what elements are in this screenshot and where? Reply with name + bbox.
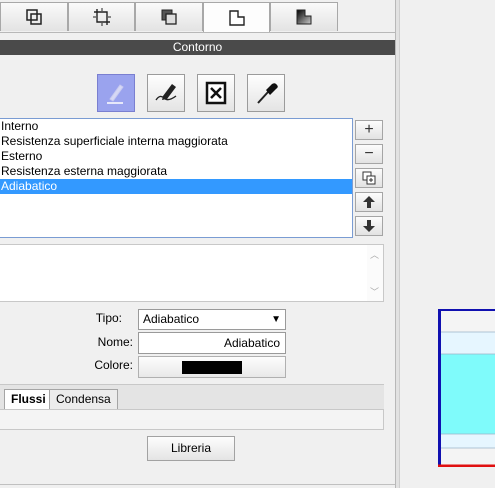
pencil-tool-button[interactable]: [97, 74, 135, 112]
remove-button[interactable]: −: [355, 144, 383, 164]
tipo-select[interactable]: Adiabatico ▼: [138, 309, 286, 330]
gradient-shape-icon: [296, 9, 312, 25]
move-up-button[interactable]: [355, 192, 383, 212]
edit-line-icon: [155, 84, 177, 101]
chevron-down-icon: ▼: [271, 314, 281, 325]
tab-crop-move[interactable]: [68, 2, 135, 31]
colore-label: Colore:: [94, 358, 133, 372]
library-button[interactable]: Libreria: [147, 436, 235, 461]
square-overlap-icon: [26, 9, 42, 25]
tipo-value: Adiabatico: [143, 312, 200, 326]
arrow-up-icon: [363, 196, 375, 208]
pencil-icon: [107, 84, 124, 104]
tab-square-overlap[interactable]: [0, 2, 68, 31]
contour-shape-icon: [228, 10, 245, 26]
description-textarea[interactable]: ︿ ﹀: [0, 244, 384, 302]
boundary-list[interactable]: Interno Resistenza superficiale interna …: [0, 118, 353, 238]
nome-input[interactable]: Adiabatico: [138, 332, 286, 354]
list-item[interactable]: Resistenza superficiale interna maggiora…: [0, 134, 352, 149]
section-drawing[interactable]: [438, 309, 495, 467]
panel-bottom-border: [0, 484, 395, 485]
tab-strip-border: [0, 32, 395, 33]
scroll-down-icon[interactable]: ﹀: [370, 285, 379, 298]
tab-layer-shape[interactable]: [135, 2, 203, 31]
tab-gradient-shape[interactable]: [270, 2, 338, 31]
tab-condensa[interactable]: Condensa: [49, 389, 118, 409]
color-swatch: [182, 360, 242, 374]
section-header: Contorno: [0, 40, 395, 55]
delete-box-icon: [205, 81, 227, 105]
eyedropper-icon: [257, 83, 278, 104]
textarea-scrollbar[interactable]: ︿ ﹀: [367, 245, 383, 301]
crop-move-icon: [92, 8, 111, 26]
tab-contour[interactable]: [203, 2, 270, 33]
tab-content: [0, 409, 384, 430]
move-down-button[interactable]: [355, 216, 383, 236]
list-item[interactable]: Esterno: [0, 149, 352, 164]
duplicate-button[interactable]: [355, 168, 383, 188]
add-button[interactable]: +: [355, 120, 383, 140]
tipo-label: Tipo:: [95, 311, 122, 325]
list-item[interactable]: Resistenza esterna maggiorata: [0, 164, 352, 179]
list-item-selected[interactable]: Adiabatico: [0, 179, 352, 194]
tab-flussi[interactable]: Flussi: [4, 389, 53, 410]
edit-line-tool-button[interactable]: [147, 74, 185, 112]
eyedropper-tool-button[interactable]: [247, 74, 285, 112]
duplicate-icon: [362, 171, 376, 185]
nome-label: Nome:: [97, 335, 133, 349]
arrow-down-icon: [363, 220, 375, 232]
color-picker-button[interactable]: [138, 356, 286, 378]
delete-tool-button[interactable]: [197, 74, 235, 112]
scroll-up-icon[interactable]: ︿: [370, 248, 379, 261]
layer-shape-icon: [161, 9, 177, 25]
list-item[interactable]: Interno: [0, 119, 352, 134]
